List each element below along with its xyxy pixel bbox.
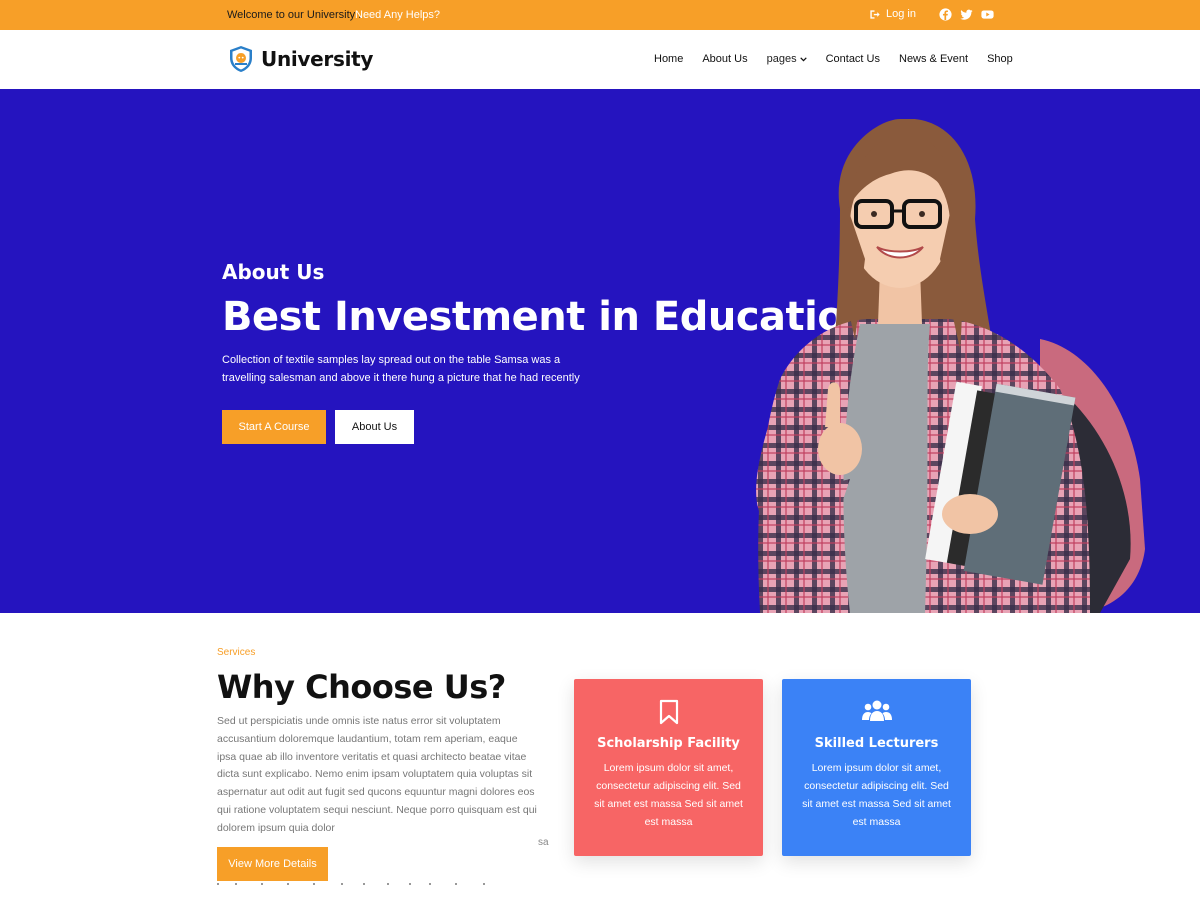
brand-name: University [261, 47, 374, 71]
services-kicker: Services [217, 647, 256, 658]
card-text: Lorem ipsum dolor sit amet, consectetur … [594, 762, 743, 828]
login-icon [870, 9, 880, 19]
scholarship-card[interactable]: Scholarship Facility Lorem ipsum dolor s… [574, 679, 763, 856]
services-title: Why Choose Us? [217, 668, 506, 706]
chevron-down-icon [799, 56, 807, 61]
services-body: Sed ut perspiciatis unde omnis iste natu… [217, 715, 537, 834]
top-bar: Welcome to our University . Need Any Hel… [0, 0, 1200, 30]
twitter-icon[interactable] [960, 8, 973, 21]
login-link[interactable]: Log in [869, 8, 916, 20]
brand-logo[interactable]: University [229, 45, 373, 73]
hero-kicker: About Us [222, 260, 325, 284]
card-title: Scholarship Facility [597, 736, 740, 751]
nav-contact-us[interactable]: Contact Us [826, 53, 880, 65]
hero-description: Collection of textile samples lay spread… [222, 354, 580, 384]
shield-logo-icon [230, 46, 252, 72]
card-title: Skilled Lecturers [814, 736, 939, 751]
site-header: University Home About Us pages Contact U… [0, 30, 1200, 89]
hero-section: About Us Best Investment in Education Co… [0, 89, 1200, 613]
card-text: Lorem ipsum dolor sit amet, consectetur … [802, 762, 951, 828]
card-icon-wrap [782, 699, 971, 723]
nav-pages-label: pages [766, 53, 797, 65]
help-link[interactable]: Need Any Helps? [355, 9, 440, 21]
youtube-icon[interactable] [981, 8, 994, 21]
nav-about-us[interactable]: About Us [702, 53, 747, 65]
social-links [939, 8, 994, 21]
student-image [756, 119, 1145, 613]
view-more-details-button[interactable]: View More Details [217, 847, 328, 881]
bookmark-icon [659, 699, 678, 725]
facebook-icon[interactable] [939, 8, 952, 21]
nav-news-event[interactable]: News & Event [899, 53, 968, 65]
main-nav: Home About Us pages Contact Us News & Ev… [654, 53, 1013, 65]
nav-pages[interactable]: pages [767, 53, 807, 65]
users-icon [861, 700, 892, 721]
skilled-lecturers-card[interactable]: Skilled Lecturers Lorem ipsum dolor sit … [782, 679, 971, 856]
login-label: Log in [886, 8, 916, 20]
welcome-text: Welcome to our University . [227, 9, 362, 21]
cut-off-text-line [217, 883, 485, 885]
card-icon-wrap [574, 699, 763, 725]
start-course-button[interactable]: Start A Course [222, 410, 326, 444]
nav-shop[interactable]: Shop [987, 53, 1013, 65]
overflow-text-fragment: sa [538, 837, 549, 848]
about-us-button[interactable]: About Us [335, 410, 414, 444]
nav-home[interactable]: Home [654, 53, 683, 65]
